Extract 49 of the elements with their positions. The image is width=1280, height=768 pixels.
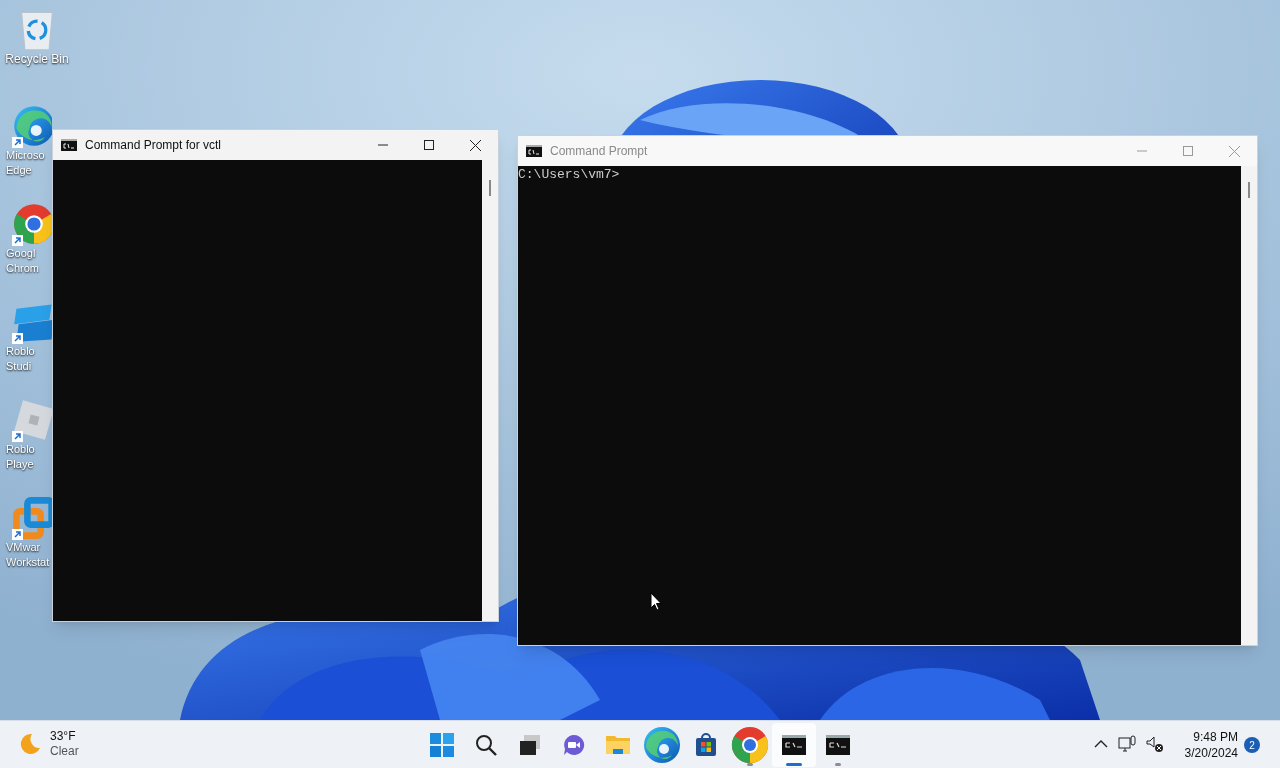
desktop-icon[interactable] xyxy=(12,496,52,540)
desktop-icon[interactable] xyxy=(12,202,52,246)
notification-badge[interactable]: 2 xyxy=(1244,737,1260,753)
desktop-icon-label: Workstat xyxy=(6,555,50,570)
desktop-icon-label: VMwar xyxy=(6,540,41,555)
speaker-muted-icon[interactable] xyxy=(1146,735,1164,753)
desktop-icon-label: Playe xyxy=(6,457,34,472)
command-prompt-icon xyxy=(526,145,542,157)
folder-icon[interactable] xyxy=(605,733,631,757)
close-icon xyxy=(469,139,481,151)
shortcut-arrow-icon xyxy=(12,431,23,442)
store-icon[interactable] xyxy=(694,733,718,757)
weather-temperature: 33°F xyxy=(50,729,77,744)
mouse-cursor-icon xyxy=(650,592,662,611)
desktop-icon-label: Roblo xyxy=(6,442,35,457)
desktop-icon-label: Studi xyxy=(6,359,32,374)
search-icon[interactable] xyxy=(474,733,498,757)
shortcut-arrow-icon xyxy=(12,529,23,540)
shortcut-arrow-icon xyxy=(12,333,23,344)
window-title: Command Prompt xyxy=(550,143,648,160)
desktop-icon-label: Microso xyxy=(6,148,45,163)
command-prompt-icon[interactable] xyxy=(782,735,806,755)
console-line: C:\Users\vm7> xyxy=(518,167,620,183)
desktop-icon-label: Chrom xyxy=(6,261,39,276)
desktop-icon-label: Edge xyxy=(6,163,32,178)
command-prompt-icon xyxy=(61,139,77,151)
window-title: Command Prompt for vctl xyxy=(85,137,222,154)
chrome-icon xyxy=(730,725,770,765)
desktop-icon-label: Recycle Bin xyxy=(5,52,69,67)
desktop-icon[interactable] xyxy=(12,104,52,148)
desktop-icon-label: Roblo xyxy=(6,344,35,359)
chevron-up-icon[interactable] xyxy=(1094,739,1108,749)
close-icon xyxy=(1228,145,1240,157)
edge-icon xyxy=(642,725,682,765)
maximize-icon xyxy=(1183,146,1193,156)
maximize-icon xyxy=(424,140,434,150)
chat-icon[interactable] xyxy=(562,733,586,757)
clock-time[interactable]: 9:48 PM xyxy=(1193,729,1238,745)
task-view-icon[interactable] xyxy=(518,733,542,757)
network-icon[interactable] xyxy=(1118,735,1136,753)
weather-condition: Clear xyxy=(50,744,79,759)
start-icon[interactable] xyxy=(430,733,454,757)
clock-date[interactable]: 3/20/2024 xyxy=(1184,745,1238,761)
shortcut-arrow-icon xyxy=(12,235,23,246)
desktop-icon-label: Googl xyxy=(6,246,36,261)
shortcut-arrow-icon xyxy=(12,137,23,148)
command-prompt-icon[interactable] xyxy=(826,735,850,755)
vmware-icon xyxy=(12,496,52,540)
taskbar-button[interactable] xyxy=(772,723,816,767)
